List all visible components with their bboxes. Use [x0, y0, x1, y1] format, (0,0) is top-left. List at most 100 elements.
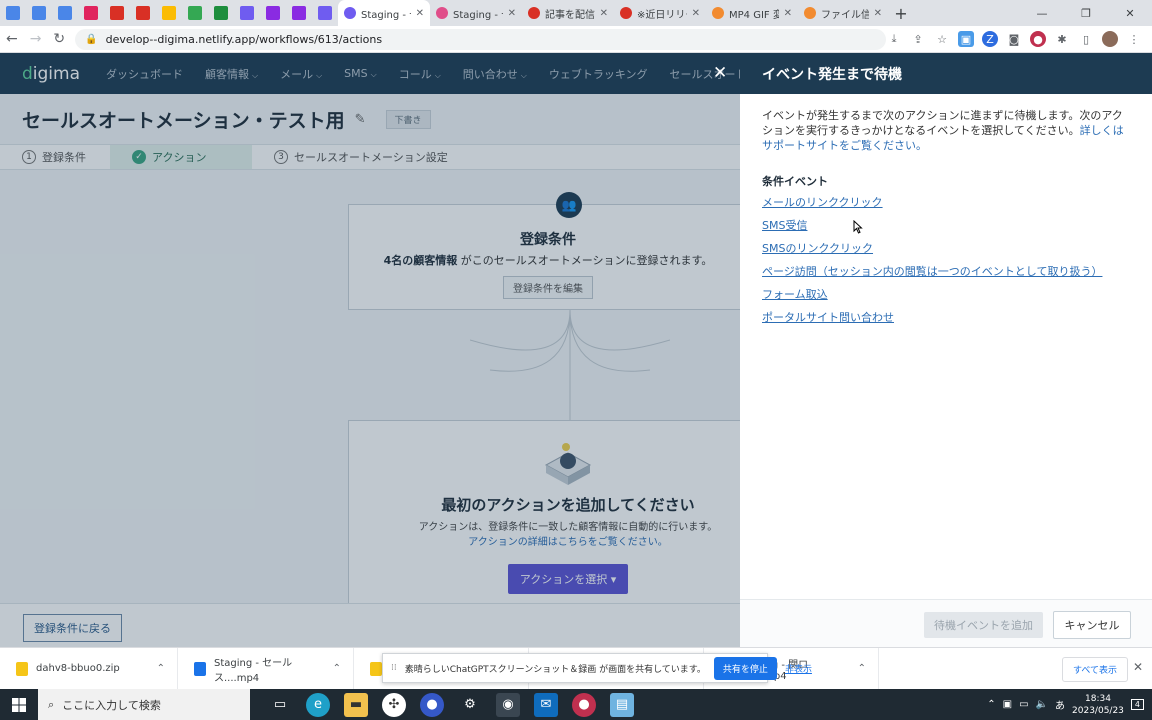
- cancel-button[interactable]: キャンセル: [1053, 611, 1131, 639]
- event-option-link[interactable]: フォーム取込: [762, 288, 828, 301]
- close-icon[interactable]: ✕: [713, 65, 727, 82]
- grip-icon[interactable]: ⁞⁞: [391, 663, 397, 673]
- modal-overlay[interactable]: [0, 53, 740, 647]
- file-explorer-icon[interactable]: ▬: [344, 692, 368, 717]
- browser-tab[interactable]: [0, 0, 26, 26]
- slack-icon[interactable]: ✣: [382, 692, 406, 717]
- edge-icon[interactable]: e: [306, 692, 330, 717]
- close-tab-icon[interactable]: ✕: [416, 8, 424, 19]
- close-window-icon[interactable]: ✕: [1108, 0, 1152, 26]
- browser-tab[interactable]: 記事を配信 ✕: [522, 0, 614, 26]
- chevron-up-icon[interactable]: ⌃: [858, 663, 866, 674]
- favicon-icon: [712, 7, 724, 19]
- event-option-link[interactable]: ページ訪問（セッション内の閲覧は一つのイベントとして取り扱う）: [762, 265, 1102, 278]
- ime-indicator[interactable]: あ: [1055, 697, 1065, 712]
- favicon-icon: [6, 6, 20, 20]
- browser-tab[interactable]: [260, 0, 286, 26]
- outlook-icon[interactable]: ✉: [534, 692, 558, 717]
- address-bar[interactable]: 🔒 develop--digima.netlify.app/workflows/…: [75, 28, 886, 50]
- wait-event-panel: イベント発生まで待機 イベントが発生するまで次のアクションに進まずに待機します。…: [740, 53, 1152, 647]
- chevron-up-icon[interactable]: ⌃: [987, 699, 995, 710]
- extension-icons: ⤓ ⇪ ☆ ▣ Z ◙ ● ✱ ▯ ⋮: [886, 31, 1152, 47]
- download-item[interactable]: dahv8-bbuo0.zip ⌃: [0, 647, 178, 690]
- browser-tab[interactable]: [182, 0, 208, 26]
- show-all-downloads-button[interactable]: すべて表示: [1062, 657, 1129, 682]
- notification-icon[interactable]: 4: [1130, 699, 1144, 710]
- event-option-link[interactable]: SMS受信: [762, 219, 807, 232]
- install-icon[interactable]: ⤓: [886, 31, 902, 47]
- event-option-link[interactable]: SMSのリンククリック: [762, 242, 873, 255]
- taskbar-search[interactable]: ⌕ ここに入力して検索: [38, 689, 250, 720]
- browser-tab[interactable]: [208, 0, 234, 26]
- browser-tab[interactable]: [286, 0, 312, 26]
- browser-tab[interactable]: ファイル信頼 ✕: [798, 0, 888, 26]
- tab-title: Staging - セ: [453, 9, 503, 21]
- recorder-extension-icon[interactable]: ●: [1030, 31, 1046, 47]
- minimize-icon[interactable]: —: [1020, 0, 1064, 26]
- favicon-icon: [804, 7, 816, 19]
- zoom-extension-icon[interactable]: Z: [982, 31, 998, 47]
- file-icon: [370, 661, 382, 676]
- event-option-link[interactable]: ポータルサイト問い合わせ: [762, 311, 894, 324]
- close-tab-icon[interactable]: ✕: [692, 8, 700, 19]
- task-view-icon[interactable]: ▭: [268, 693, 292, 717]
- browser-tab[interactable]: Staging - セ ✕: [430, 0, 522, 26]
- chrome-icon[interactable]: ◉: [496, 692, 520, 717]
- browser-tab[interactable]: Staging - セ ✕: [338, 0, 430, 26]
- recorder-icon[interactable]: ●: [572, 692, 596, 717]
- clock[interactable]: 18:34 2023/05/23: [1072, 693, 1124, 717]
- download-item[interactable]: Staging - セールス....mp4 ⌃: [178, 647, 354, 690]
- add-wait-event-button[interactable]: 待機イベントを追加: [924, 612, 1043, 638]
- list-item: SMSのリンククリック: [762, 241, 1152, 264]
- chevron-up-icon[interactable]: ⌃: [333, 663, 341, 674]
- list-item: SMS受信: [762, 218, 1152, 241]
- close-tab-icon[interactable]: ✕: [784, 8, 792, 19]
- window-controls: — ❐ ✕: [1020, 0, 1152, 26]
- new-tab-button[interactable]: +: [888, 0, 914, 26]
- favicon-icon: [528, 7, 540, 19]
- share-icon[interactable]: ⇪: [910, 31, 926, 47]
- puzzle-icon[interactable]: ✱: [1054, 31, 1070, 47]
- reload-icon[interactable]: ↻: [47, 31, 71, 47]
- close-icon[interactable]: ✕: [1133, 660, 1143, 674]
- close-tab-icon[interactable]: ✕: [874, 8, 882, 19]
- chevron-up-icon[interactable]: ⌃: [157, 663, 165, 674]
- menu-icon[interactable]: ⋮: [1126, 31, 1142, 47]
- app-icon[interactable]: ●: [420, 692, 444, 717]
- browser-tab[interactable]: MP4 GIF 変 ✕: [706, 0, 798, 26]
- forward-icon[interactable]: →: [24, 31, 48, 47]
- close-tab-icon[interactable]: ✕: [508, 8, 516, 19]
- browser-tab[interactable]: [312, 0, 338, 26]
- browser-tab[interactable]: [26, 0, 52, 26]
- notepad-icon[interactable]: ▤: [610, 692, 634, 717]
- volume-icon[interactable]: 🔈: [1036, 699, 1048, 710]
- avatar[interactable]: [1102, 31, 1118, 47]
- back-icon[interactable]: ←: [0, 31, 24, 47]
- browser-tab[interactable]: [104, 0, 130, 26]
- browser-tab[interactable]: [52, 0, 78, 26]
- browser-tab[interactable]: [234, 0, 260, 26]
- network-icon[interactable]: ▣: [1003, 699, 1012, 710]
- tab-title: MP4 GIF 変: [729, 9, 779, 21]
- taskbar-apps: ▭ e ▬ ✣ ● ⚙ ◉ ✉ ● ▤: [268, 692, 634, 717]
- browser-tab[interactable]: [130, 0, 156, 26]
- settings-gear-icon[interactable]: ⚙: [458, 693, 482, 717]
- extension-icon[interactable]: ▣: [958, 31, 974, 47]
- tab-title: 記事を配信: [545, 9, 595, 21]
- close-tab-icon[interactable]: ✕: [600, 8, 608, 19]
- restore-icon[interactable]: ❐: [1064, 0, 1108, 26]
- hide-share-bar-link[interactable]: 非表示: [785, 662, 812, 675]
- browser-tab[interactable]: [78, 0, 104, 26]
- lock-icon: 🔒: [85, 33, 98, 45]
- download-filename: dahv8-bbuo0.zip: [36, 663, 120, 674]
- favicon-icon: [240, 6, 254, 20]
- windows-start-icon[interactable]: [0, 689, 38, 720]
- stop-sharing-button[interactable]: 共有を停止: [713, 656, 777, 680]
- camera-icon[interactable]: ◙: [1006, 31, 1022, 47]
- sidebar-icon[interactable]: ▯: [1078, 31, 1094, 47]
- battery-icon[interactable]: ▭: [1019, 699, 1028, 710]
- bookmark-star-icon[interactable]: ☆: [934, 31, 950, 47]
- browser-tab[interactable]: [156, 0, 182, 26]
- browser-tab[interactable]: ※近日リリー ✕: [614, 0, 706, 26]
- event-option-link[interactable]: メールのリンククリック: [762, 196, 883, 209]
